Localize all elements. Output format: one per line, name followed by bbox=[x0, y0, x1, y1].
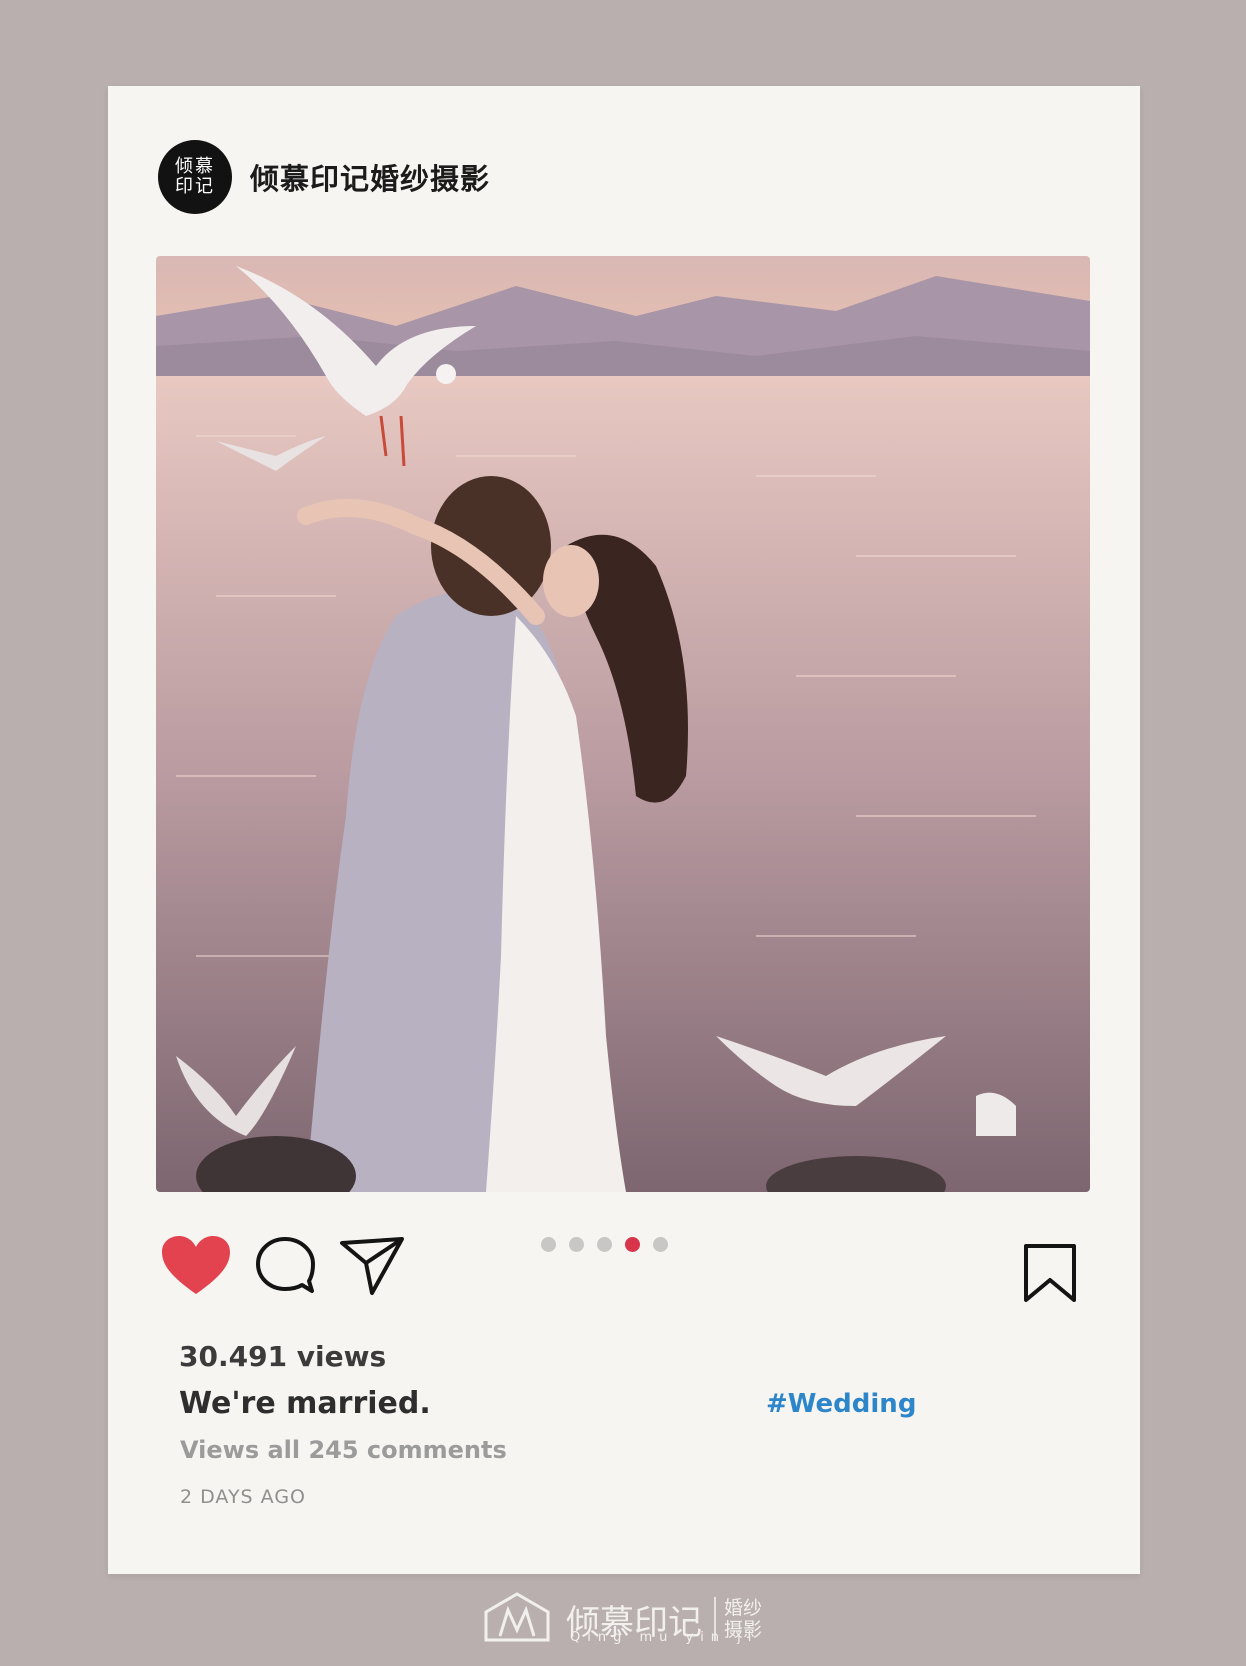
hashtag-link[interactable]: #Wedding bbox=[766, 1389, 916, 1419]
carousel-dot[interactable] bbox=[653, 1237, 668, 1252]
wedding-photo-illustration bbox=[156, 256, 1090, 1192]
post-header: 倾慕印记 倾慕印记婚纱摄影 bbox=[158, 140, 490, 214]
avatar-logo-text: 倾慕印记 bbox=[175, 156, 215, 197]
brand-logo-icon bbox=[480, 1590, 554, 1648]
post-timestamp: 2 DAYS AGO bbox=[180, 1486, 306, 1508]
view-comments-link[interactable]: Views all 245 comments bbox=[180, 1436, 507, 1464]
account-name[interactable]: 倾慕印记婚纱摄影 bbox=[250, 156, 490, 198]
action-bar bbox=[160, 1234, 406, 1302]
carousel-dot-active[interactable] bbox=[625, 1237, 640, 1252]
footer-watermark: 倾慕印记 Qing mu yin ji 婚纱摄影 bbox=[480, 1590, 768, 1648]
heart-icon[interactable] bbox=[160, 1234, 232, 1302]
footer-pinyin: Qing mu yin ji bbox=[570, 1630, 759, 1645]
comment-icon[interactable] bbox=[254, 1235, 316, 1301]
carousel-dots bbox=[541, 1237, 668, 1252]
views-count: 30.491 views bbox=[179, 1340, 387, 1373]
carousel-dot[interactable] bbox=[597, 1237, 612, 1252]
carousel-dot[interactable] bbox=[569, 1237, 584, 1252]
bookmark-icon[interactable] bbox=[1022, 1242, 1078, 1308]
footer-divider bbox=[714, 1597, 716, 1641]
carousel-dot[interactable] bbox=[541, 1237, 556, 1252]
send-icon[interactable] bbox=[338, 1235, 406, 1301]
avatar[interactable]: 倾慕印记 bbox=[158, 140, 232, 214]
post-photo[interactable] bbox=[156, 256, 1090, 1192]
post-card: 倾慕印记 倾慕印记婚纱摄影 30.491 views We're married… bbox=[108, 86, 1140, 1574]
post-caption: We're married. bbox=[179, 1386, 431, 1421]
